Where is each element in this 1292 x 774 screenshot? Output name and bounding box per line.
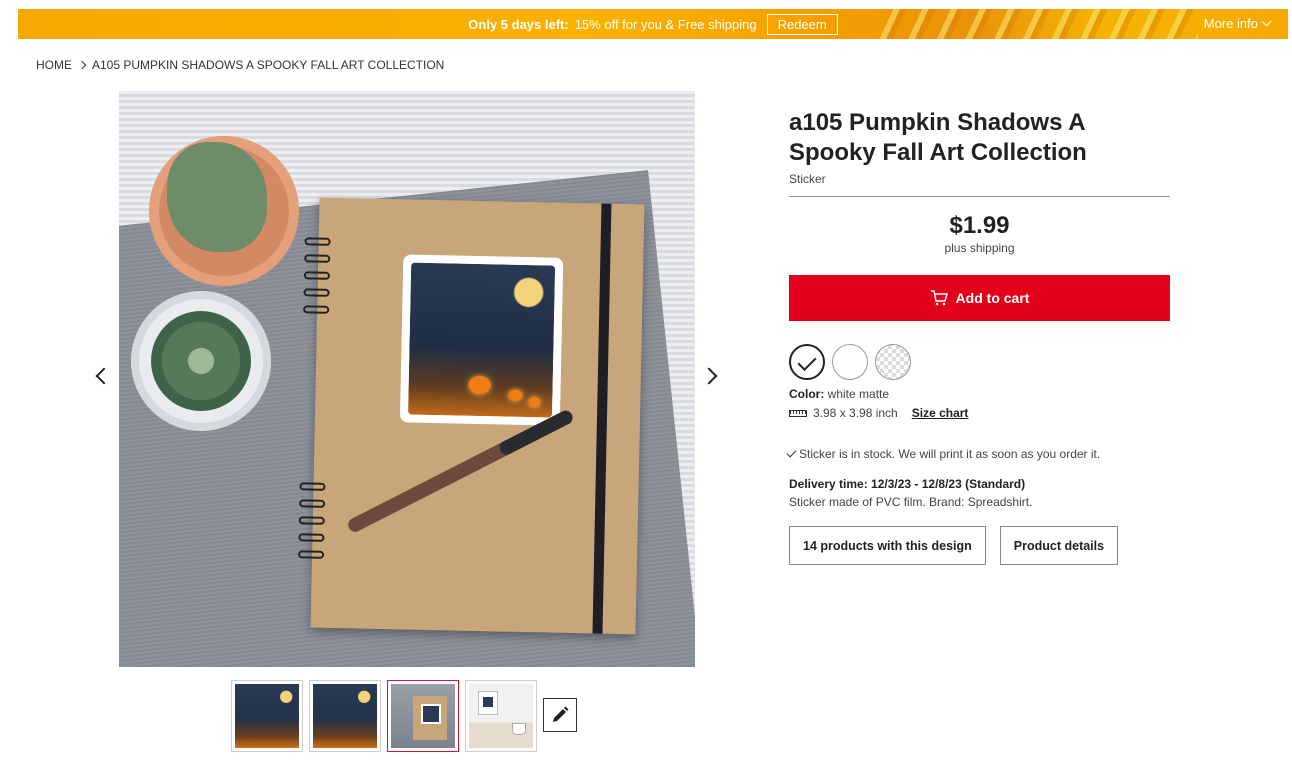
breadcrumb: HOME A105 PUMPKIN SHADOWS A SPOOKY FALL … <box>36 58 444 72</box>
thumbnail-sticker-front[interactable] <box>231 680 303 752</box>
swatch-transparent[interactable] <box>875 344 911 380</box>
next-image-arrow-icon[interactable] <box>700 367 718 385</box>
color-label: Color: <box>789 387 825 401</box>
ruler-icon <box>789 409 807 417</box>
promo-message: Only 5 days left: 15% off for you & Free… <box>18 9 1288 39</box>
thumbnail-strip <box>231 680 577 752</box>
notebook-rings-bottom <box>297 482 326 568</box>
chevron-down-icon <box>1261 16 1272 27</box>
product-title: a105 Pumpkin Shadows A Spooky Fall Art C… <box>789 109 1087 166</box>
chevron-right-icon <box>77 60 87 70</box>
thumbnail-room-scene[interactable] <box>465 680 537 752</box>
breadcrumb-home[interactable]: HOME <box>36 58 72 72</box>
checkmark-icon <box>786 447 797 458</box>
product-main-image[interactable] <box>119 91 695 667</box>
stock-status: Sticker is in stock. We will print it as… <box>786 447 1170 461</box>
stock-text: Sticker is in stock. We will print it as… <box>799 447 1101 461</box>
previous-image-arrow-icon[interactable] <box>95 367 113 385</box>
product-details-button[interactable]: Product details <box>999 526 1119 565</box>
notebook <box>297 197 645 635</box>
swatch-white-glossy[interactable] <box>832 344 868 380</box>
more-info-link[interactable]: More info <box>1203 16 1272 31</box>
add-to-cart-label: Add to cart <box>955 290 1030 306</box>
color-value: white matte <box>827 387 890 401</box>
size-value: 3.98 x 3.98 inch <box>813 406 898 420</box>
pencil-icon <box>553 706 569 722</box>
product-price: $1.99 <box>949 212 1010 239</box>
breadcrumb-current: A105 PUMPKIN SHADOWS A SPOOKY FALL ART C… <box>92 58 445 72</box>
swatch-white-matte[interactable] <box>789 344 825 380</box>
redeem-button[interactable]: Redeem <box>766 13 838 35</box>
color-swatches <box>789 344 1170 380</box>
thumbnail-notebook-scene[interactable] <box>387 680 459 752</box>
notebook-strap <box>592 203 612 634</box>
size-info: 3.98 x 3.98 inch Size chart <box>789 406 1170 420</box>
edit-design-button[interactable] <box>543 698 577 732</box>
promo-banner: Only 5 days left: 15% off for you & Free… <box>18 9 1288 39</box>
add-to-cart-button[interactable]: Add to cart <box>789 275 1170 321</box>
notebook-rings-top <box>303 237 331 323</box>
secondary-actions: 14 products with this design Product det… <box>789 526 1170 565</box>
product-info-panel: a105 Pumpkin Shadows A Spooky Fall Art C… <box>786 108 1170 565</box>
size-chart-link[interactable]: Size chart <box>912 406 969 420</box>
thumbnail-sticker-detail[interactable] <box>309 680 381 752</box>
promo-highlight: Only 5 days left: <box>468 16 569 32</box>
products-with-design-button[interactable]: 14 products with this design <box>789 526 986 565</box>
more-info-label: More info <box>1203 16 1258 31</box>
haunted-house-artwork <box>408 262 556 418</box>
cart-icon <box>930 290 948 306</box>
material-info: Sticker made of PVC film. Brand: Spreads… <box>789 495 1033 509</box>
sticker-on-notebook <box>399 254 564 426</box>
potted-plant <box>149 136 299 286</box>
product-type: Sticker <box>789 172 826 186</box>
divider <box>789 196 1170 197</box>
promo-offer: 15% off for you & Free shipping <box>574 16 757 32</box>
delivery-time: Delivery time: 12/3/23 - 12/8/23 (Standa… <box>789 477 1026 491</box>
potted-cactus <box>131 291 271 431</box>
color-info: Color: white matte <box>789 387 1170 401</box>
shipping-note: plus shipping <box>944 241 1015 255</box>
